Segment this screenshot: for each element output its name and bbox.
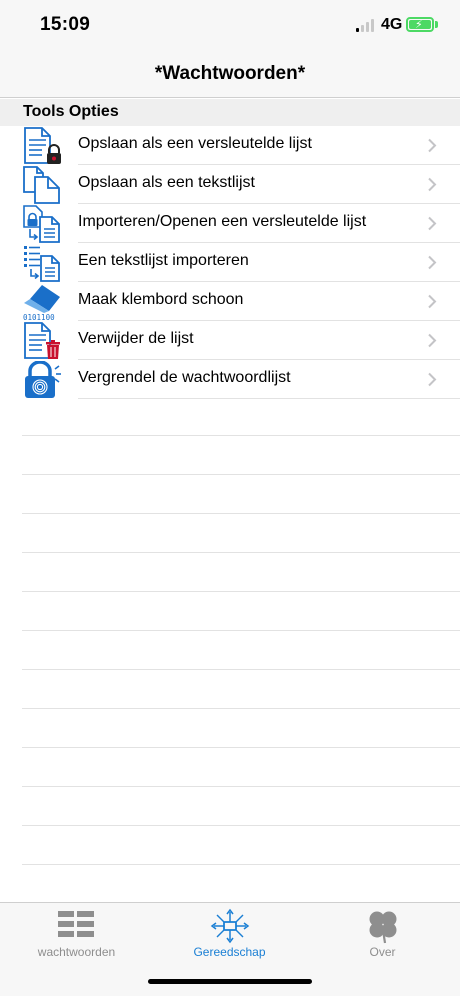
chevron-right-icon [428, 255, 437, 270]
menu-item-label: Vergrendel de wachtwoordlijst [78, 369, 291, 386]
chevron-right-icon [428, 216, 437, 231]
page-title: *Wachtwoorden* [154, 63, 306, 84]
chevron-right-icon [428, 138, 437, 153]
clover-icon [369, 911, 397, 944]
menu-item-delete-list[interactable]: Verwijder de lijst [0, 321, 460, 360]
menu-item-label: Importeren/Openen een versleutelde lijst [78, 213, 367, 230]
list-grid-icon [58, 911, 94, 937]
menu-item-label: Een tekstlijst importeren [78, 252, 249, 269]
delete-list-icon [24, 322, 60, 359]
row-separator [78, 398, 460, 399]
menu-item-save-text[interactable]: Opslaan als een tekstlijst [0, 165, 460, 204]
import-text-list-icon [24, 246, 60, 282]
menu-item-import-text[interactable]: Een tekstlijst importeren [0, 243, 460, 282]
tools-menu: Opslaan als een versleutelde lijst Opsla… [0, 126, 460, 399]
chevron-right-icon [428, 372, 437, 387]
copy-documents-icon [23, 166, 60, 204]
menu-item-lock-list[interactable]: Vergrendel de wachtwoordlijst [0, 360, 460, 399]
tab-label: Gereedschap [193, 945, 266, 959]
battery-icon: ⚡ [406, 17, 434, 32]
tools-network-icon [210, 908, 250, 944]
eraser-icon: 0101100 [23, 285, 60, 321]
empty-table-area [22, 435, 460, 901]
chevron-right-icon [428, 294, 437, 309]
tab-over[interactable]: Over [306, 903, 459, 965]
menu-item-clear-clipboard[interactable]: 0101100 Maak klembord schoon [0, 282, 460, 321]
section-title: Tools Opties [23, 103, 119, 120]
tab-label: wachtwoorden [37, 945, 116, 959]
section-header: Tools Opties [0, 99, 460, 126]
status-bar: 15:09 4G ⚡ [0, 0, 460, 50]
tab-label: Over [369, 945, 396, 959]
network-type: 4G [381, 16, 403, 33]
home-indicator [148, 979, 312, 984]
signal-icon [356, 18, 376, 32]
menu-item-label: Verwijder de lijst [78, 330, 194, 347]
tab-wachtwoorden[interactable]: wachtwoorden [0, 903, 153, 965]
menu-item-label: Opslaan als een versleutelde lijst [78, 135, 312, 152]
fingerprint-lock-icon [25, 361, 61, 398]
status-time: 15:09 [40, 14, 91, 35]
import-encrypted-icon [23, 205, 60, 243]
encrypted-document-icon [24, 127, 61, 164]
chevron-right-icon [428, 333, 437, 348]
menu-item-save-encrypted[interactable]: Opslaan als een versleutelde lijst [0, 126, 460, 165]
chevron-right-icon [428, 177, 437, 192]
menu-item-label: Opslaan als een tekstlijst [78, 174, 255, 191]
binary-text: 0101100 [23, 313, 55, 321]
navigation-bar: *Wachtwoorden* [0, 50, 460, 98]
menu-item-label: Maak klembord schoon [78, 291, 244, 308]
tab-gereedschap[interactable]: Gereedschap [153, 903, 306, 965]
menu-item-import-encrypted[interactable]: Importeren/Openen een versleutelde lijst [0, 204, 460, 243]
battery-cap [435, 21, 438, 28]
